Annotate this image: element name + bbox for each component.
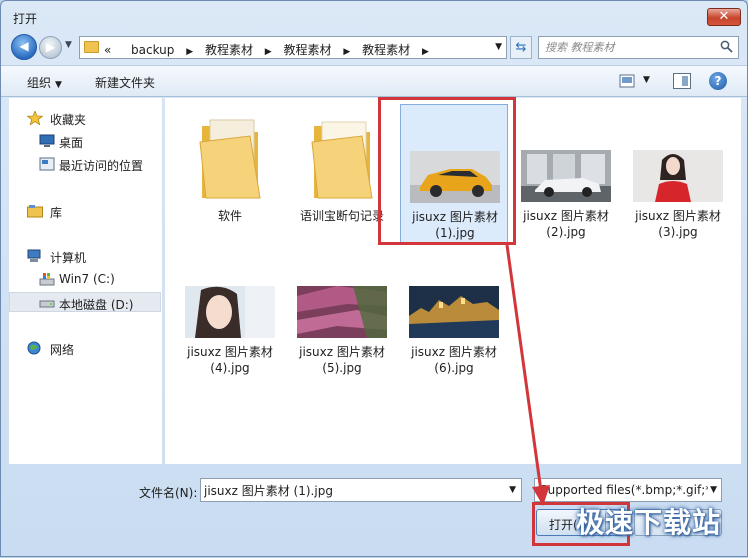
breadcrumb-overflow[interactable]: «	[104, 43, 111, 57]
refresh-button[interactable]: ⇆	[510, 36, 532, 59]
star-icon	[27, 111, 43, 125]
preview-pane-button[interactable]	[673, 73, 691, 89]
window-title: 打开	[13, 12, 38, 26]
file-name: jisuxz 图片素材 (5).jpg	[299, 345, 385, 375]
help-button[interactable]: ?	[709, 72, 727, 90]
filter-value: Supported files(*.bmp;*.gif;*.	[540, 483, 716, 497]
breadcrumb-item[interactable]: 教程素材	[284, 43, 332, 57]
night-city-thumbnail	[409, 286, 499, 338]
filename-input[interactable]	[204, 482, 494, 498]
sidebar-item-drive-d[interactable]: 本地磁盘 (D:)	[9, 292, 161, 312]
file-name: jisuxz 图片素材 (2).jpg	[523, 209, 609, 239]
breadcrumb-separator[interactable]: ▶	[265, 47, 272, 57]
filename-dropdown-icon[interactable]: ▼	[509, 485, 516, 495]
breadcrumb-separator[interactable]: ▶	[343, 47, 350, 57]
white-sports-car-thumbnail	[521, 150, 611, 202]
sidebar-item-desktop[interactable]: 桌面	[9, 131, 161, 151]
change-view-icon[interactable]	[619, 74, 635, 88]
file-type-filter[interactable]: Supported files(*.bmp;*.gif;*. ▼	[534, 478, 722, 502]
sidebar-item-label: 计算机	[50, 251, 87, 265]
address-bar[interactable]: « backup ▶ 教程素材 ▶ 教程素材 ▶ 教程素材 ▶ ▼	[79, 36, 507, 59]
breadcrumb-item-current[interactable]: 教程素材	[362, 43, 410, 57]
file-item-image-5[interactable]: jisuxz 图片素材 (5).jpg	[288, 240, 396, 380]
file-item-image-2[interactable]: jisuxz 图片素材 (2).jpg	[512, 104, 620, 244]
file-name: 软件	[217, 209, 242, 223]
woman-red-dress-thumbnail	[633, 150, 723, 202]
new-folder-button[interactable]: 新建文件夹	[95, 74, 155, 91]
command-toolbar: 组织 ▼ 新建文件夹 ▼ ?	[1, 65, 747, 97]
chevron-down-icon: ▼	[55, 80, 62, 90]
sidebar-item-libraries[interactable]: 库	[9, 201, 161, 221]
folder-icon	[84, 41, 99, 53]
search-input[interactable]	[545, 40, 715, 55]
recent-pages-dropdown[interactable]: ▼	[65, 40, 72, 50]
address-dropdown-icon[interactable]: ▼	[495, 42, 502, 52]
sidebar-item-label: 库	[50, 206, 63, 220]
filename-combobox[interactable]: ▼	[200, 478, 522, 502]
file-item-image-4[interactable]: jisuxz 图片素材 (4).jpg	[176, 240, 284, 380]
sidebar-item-network[interactable]: 网络	[9, 338, 161, 358]
back-button[interactable]: ◀	[11, 34, 37, 60]
filename-label: 文件名(N):	[139, 486, 198, 500]
flower-field-thumbnail	[297, 286, 387, 338]
search-box[interactable]	[538, 36, 739, 59]
file-name: jisuxz 图片素材 (3).jpg	[635, 209, 721, 239]
filter-dropdown-icon[interactable]: ▼	[708, 485, 717, 495]
file-name: jisuxz 图片素材 (4).jpg	[187, 345, 273, 375]
file-item-image-6[interactable]: jisuxz 图片素材 (6).jpg	[400, 240, 508, 380]
sidebar-item-drive-c[interactable]: Win7 (C:)	[9, 269, 161, 289]
system-drive-icon	[39, 273, 55, 286]
sidebar-item-recent-places[interactable]: 最近访问的位置	[9, 154, 161, 174]
close-button[interactable]: ✕	[707, 8, 741, 26]
folder-item-software[interactable]: 软件	[176, 104, 284, 244]
forward-button[interactable]: ▶	[39, 36, 62, 59]
organize-label: 组织	[27, 76, 52, 90]
breadcrumb-item-backup[interactable]: backup	[131, 43, 174, 57]
recent-places-icon	[39, 157, 55, 171]
breadcrumb-item[interactable]: 教程素材	[205, 43, 253, 57]
breadcrumb-separator[interactable]: ▶	[422, 47, 429, 57]
local-drive-icon	[39, 300, 55, 308]
sidebar-item-label: Win7 (C:)	[59, 272, 115, 286]
sidebar-item-label: 最近访问的位置	[59, 159, 144, 173]
highlight-box-selected-file	[378, 97, 516, 245]
organize-button[interactable]: 组织 ▼	[27, 74, 62, 91]
sidebar-item-favorites[interactable]: 收藏夹	[9, 108, 161, 128]
network-icon	[27, 341, 41, 355]
open-file-dialog: 打开 ✕ ◀ ▶ ▼ « backup ▶ 教程素材 ▶ 教程素材 ▶ 教程素材…	[0, 0, 748, 557]
sidebar-item-label: 收藏夹	[50, 113, 87, 127]
sidebar-item-computer[interactable]: 计算机	[9, 246, 161, 266]
navigation-bar: ◀ ▶ ▼ « backup ▶ 教程素材 ▶ 教程素材 ▶ 教程素材 ▶ ▼ …	[1, 31, 747, 63]
sidebar-item-label: 本地磁盘 (D:)	[59, 298, 134, 312]
library-icon	[27, 205, 43, 218]
computer-icon	[27, 249, 41, 262]
sidebar-item-label: 网络	[50, 343, 75, 357]
site-watermark: 极速下载站	[576, 506, 722, 539]
sidebar-item-label: 桌面	[59, 136, 84, 150]
file-item-image-3[interactable]: jisuxz 图片素材 (3).jpg	[624, 104, 732, 244]
woman-portrait-thumbnail	[185, 286, 275, 338]
folder-icon	[311, 121, 373, 199]
breadcrumb: « backup ▶ 教程素材 ▶ 教程素材 ▶ 教程素材 ▶	[104, 41, 437, 58]
search-icon[interactable]	[720, 40, 733, 53]
folder-icon	[199, 119, 261, 199]
file-name: jisuxz 图片素材 (6).jpg	[411, 345, 497, 375]
title-bar: 打开 ✕	[1, 1, 747, 31]
view-options-dropdown[interactable]: ▼	[643, 75, 650, 85]
navigation-pane: 收藏夹 桌面 最近访问的位置 库 计算机 Win7 (C:) 本地磁盘 (D:)…	[9, 98, 163, 464]
breadcrumb-separator[interactable]: ▶	[186, 47, 193, 57]
desktop-icon	[39, 134, 55, 147]
